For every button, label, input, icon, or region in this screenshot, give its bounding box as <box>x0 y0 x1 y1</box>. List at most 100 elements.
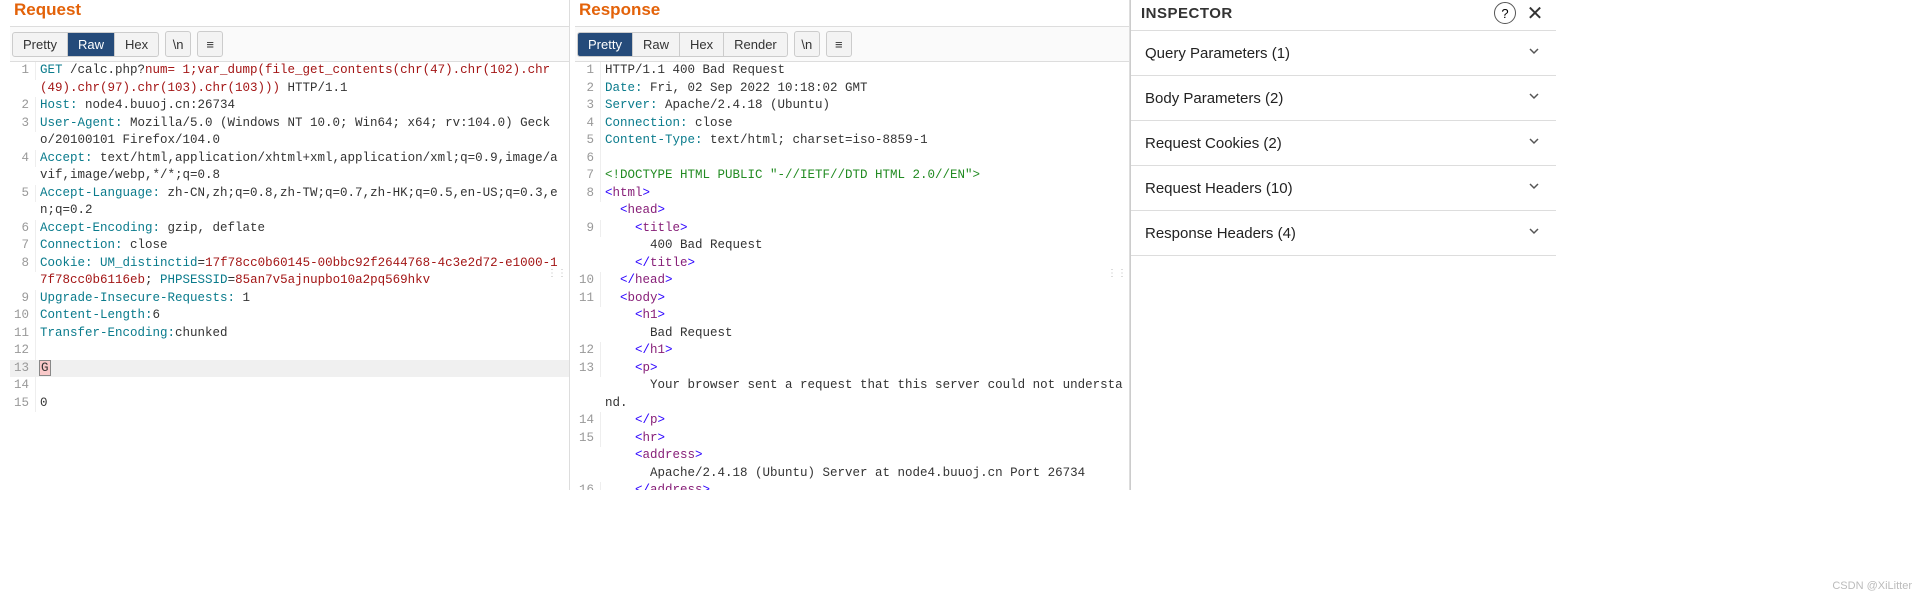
code-content: HTTP/1.1 400 Bad Request <box>605 62 1129 80</box>
code-line[interactable]: <head> <box>575 202 1129 220</box>
code-line[interactable]: 150 <box>10 395 569 413</box>
code-content: <html> <box>605 185 1129 203</box>
code-line[interactable]: 14 <box>10 377 569 395</box>
code-line[interactable]: 16 </address> <box>575 482 1129 490</box>
hamburger-menu-button[interactable]: ≡ <box>826 31 852 57</box>
code-line[interactable]: 2Host: node4.buuoj.cn:26734 <box>10 97 569 115</box>
drag-handle-icon[interactable]: ⋮⋮ <box>1107 272 1127 278</box>
code-content: Transfer-Encoding:chunked <box>40 325 569 343</box>
code-line[interactable]: 3Server: Apache/2.4.18 (Ubuntu) <box>575 97 1129 115</box>
code-content: Date: Fri, 02 Sep 2022 10:18:02 GMT <box>605 80 1129 98</box>
code-line[interactable]: 4Connection: close <box>575 115 1129 133</box>
line-number: 15 <box>10 395 36 413</box>
line-number: 11 <box>575 290 601 308</box>
chevron-down-icon <box>1526 88 1542 108</box>
close-button[interactable]: ✕ <box>1524 2 1546 24</box>
code-content: <title> <box>605 220 1129 238</box>
code-line[interactable]: <h1> <box>575 307 1129 325</box>
code-line[interactable]: Your browser sent a request that this se… <box>575 377 1129 412</box>
tab-pretty[interactable]: Pretty <box>578 33 633 56</box>
request-editor[interactable]: ⋮⋮ 1GET /calc.php?num= 1;var_dump(file_g… <box>10 62 569 490</box>
chevron-down-icon <box>1526 43 1542 63</box>
line-number: 10 <box>10 307 36 325</box>
code-content: Connection: close <box>40 237 569 255</box>
code-line[interactable]: 8<html> <box>575 185 1129 203</box>
chevron-down-icon <box>1526 223 1542 243</box>
inspector-section[interactable]: Query Parameters (1) <box>1131 30 1556 75</box>
code-line[interactable]: 10 </head> <box>575 272 1129 290</box>
code-line[interactable]: 9Upgrade-Insecure-Requests: 1 <box>10 290 569 308</box>
code-line[interactable]: 10Content-Length:6 <box>10 307 569 325</box>
code-line[interactable]: 13G <box>10 360 569 378</box>
code-line[interactable]: 11 <body> <box>575 290 1129 308</box>
code-line[interactable]: 7<!DOCTYPE HTML PUBLIC "-//IETF//DTD HTM… <box>575 167 1129 185</box>
tab-render[interactable]: Render <box>724 33 787 56</box>
line-number: 6 <box>575 150 601 168</box>
hamburger-icon: ≡ <box>835 37 843 52</box>
line-number: 14 <box>10 377 36 395</box>
inspector-section[interactable]: Request Headers (10) <box>1131 165 1556 210</box>
code-line[interactable]: 5Accept-Language: zh-CN,zh;q=0.8,zh-TW;q… <box>10 185 569 220</box>
code-line[interactable]: 1GET /calc.php?num= 1;var_dump(file_get_… <box>10 62 569 97</box>
line-number: 5 <box>575 132 601 150</box>
code-line[interactable]: 9 <title> <box>575 220 1129 238</box>
tab-raw[interactable]: Raw <box>68 33 115 56</box>
hamburger-menu-button[interactable]: ≡ <box>197 31 223 57</box>
line-number: 6 <box>10 220 36 238</box>
code-line[interactable]: 6Accept-Encoding: gzip, deflate <box>10 220 569 238</box>
code-line[interactable]: 12 </h1> <box>575 342 1129 360</box>
code-line[interactable]: 13 <p> <box>575 360 1129 378</box>
code-content: Bad Request <box>605 325 1129 343</box>
code-content: <h1> <box>605 307 1129 325</box>
code-line[interactable]: 400 Bad Request <box>575 237 1129 255</box>
tab-hex[interactable]: Hex <box>680 33 724 56</box>
chevron-down-icon <box>1526 133 1542 153</box>
code-content: <!DOCTYPE HTML PUBLIC "-//IETF//DTD HTML… <box>605 167 1129 185</box>
chevron-down-icon <box>1526 178 1542 198</box>
code-line[interactable]: 3User-Agent: Mozilla/5.0 (Windows NT 10.… <box>10 115 569 150</box>
inspector-section[interactable]: Body Parameters (2) <box>1131 75 1556 120</box>
tab-raw[interactable]: Raw <box>633 33 680 56</box>
code-line[interactable]: 4Accept: text/html,application/xhtml+xml… <box>10 150 569 185</box>
line-number: 2 <box>575 80 601 98</box>
code-line[interactable]: Bad Request <box>575 325 1129 343</box>
line-number: 15 <box>575 430 601 448</box>
code-line[interactable]: Apache/2.4.18 (Ubuntu) Server at node4.b… <box>575 465 1129 483</box>
code-line[interactable]: 5Content-Type: text/html; charset=iso-88… <box>575 132 1129 150</box>
drag-handle-icon[interactable]: ⋮⋮ <box>547 272 567 278</box>
newline-toggle-button[interactable]: \n <box>165 31 191 57</box>
line-number: 9 <box>10 290 36 308</box>
code-line[interactable]: 14 </p> <box>575 412 1129 430</box>
code-line[interactable]: 8Cookie: UM_distinctid=17f78cc0b60145-00… <box>10 255 569 290</box>
code-line[interactable]: 6 <box>575 150 1129 168</box>
code-line[interactable]: </title> <box>575 255 1129 273</box>
inspector-section[interactable]: Response Headers (4) <box>1131 210 1556 256</box>
line-number: 3 <box>10 115 36 133</box>
code-line[interactable]: 2Date: Fri, 02 Sep 2022 10:18:02 GMT <box>575 80 1129 98</box>
code-line[interactable]: 12 <box>10 342 569 360</box>
tab-hex[interactable]: Hex <box>115 33 158 56</box>
line-number: 1 <box>10 62 36 80</box>
code-line[interactable]: 7Connection: close <box>10 237 569 255</box>
response-view-tabs: Pretty Raw Hex Render <box>577 32 788 57</box>
inspector-section[interactable]: Request Cookies (2) <box>1131 120 1556 165</box>
code-content: Accept-Language: zh-CN,zh;q=0.8,zh-TW;q=… <box>40 185 569 220</box>
line-number: 5 <box>10 185 36 203</box>
inspector-section-label: Response Headers (4) <box>1145 225 1296 242</box>
code-line[interactable]: 15 <hr> <box>575 430 1129 448</box>
code-line[interactable]: 11Transfer-Encoding:chunked <box>10 325 569 343</box>
response-viewer[interactable]: ⋮⋮ 1HTTP/1.1 400 Bad Request2Date: Fri, … <box>575 62 1129 490</box>
code-content: Accept-Encoding: gzip, deflate <box>40 220 569 238</box>
code-content: 400 Bad Request <box>605 237 1129 255</box>
code-line[interactable]: <address> <box>575 447 1129 465</box>
line-number: 12 <box>575 342 601 360</box>
code-line[interactable]: 1HTTP/1.1 400 Bad Request <box>575 62 1129 80</box>
code-content: Apache/2.4.18 (Ubuntu) Server at node4.b… <box>605 465 1129 483</box>
code-content: Cookie: UM_distinctid=17f78cc0b60145-00b… <box>40 255 569 290</box>
newline-toggle-button[interactable]: \n <box>794 31 820 57</box>
code-content: </head> <box>605 272 1129 290</box>
tab-pretty[interactable]: Pretty <box>13 33 68 56</box>
help-button[interactable]: ? <box>1494 2 1516 24</box>
line-number: 14 <box>575 412 601 430</box>
code-content: </p> <box>605 412 1129 430</box>
